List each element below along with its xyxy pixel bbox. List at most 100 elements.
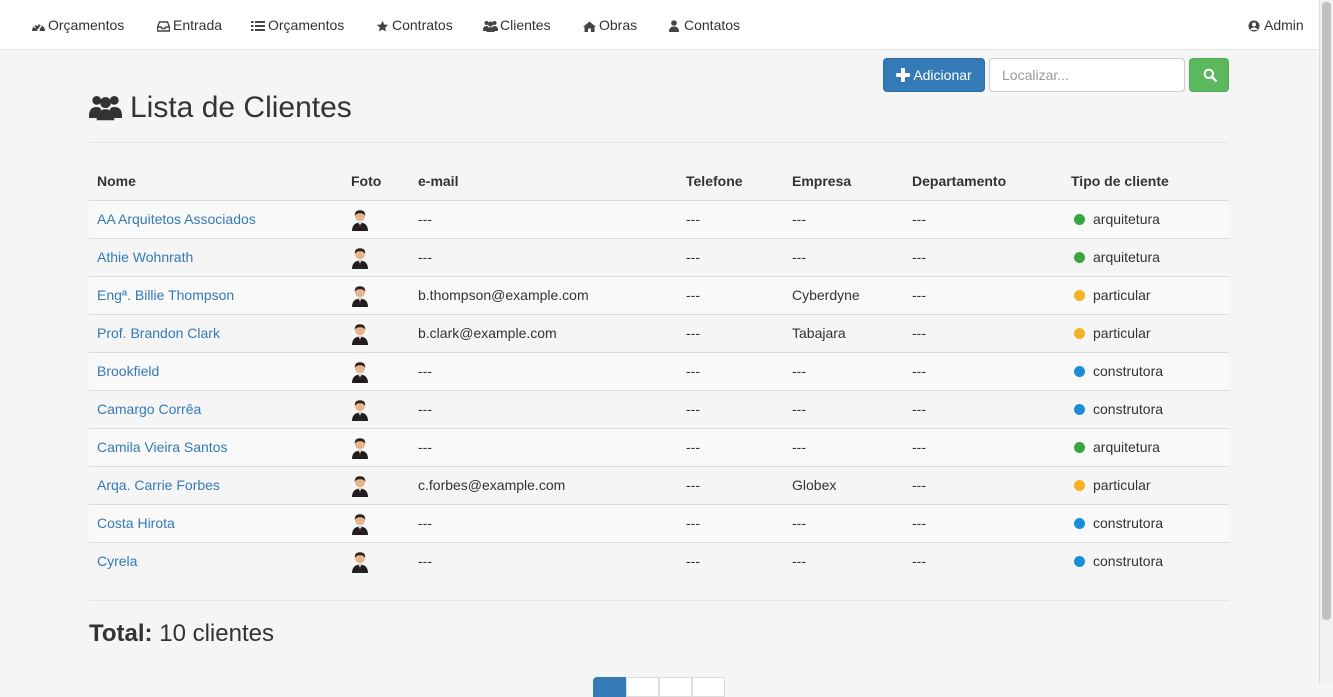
add-button-label: Adicionar — [913, 67, 972, 83]
user-circle-icon — [1246, 20, 1262, 32]
department-cell: --- — [912, 553, 926, 569]
table-header: Nome Foto e-mail Telefone Empresa Depart… — [89, 162, 1229, 202]
company-cell: --- — [792, 211, 806, 227]
total-value: 10 clientes — [159, 620, 274, 647]
vertical-scrollbar[interactable] — [1319, 0, 1333, 683]
search-input[interactable] — [989, 58, 1185, 92]
page-button[interactable] — [626, 677, 659, 697]
client-type-label: particular — [1093, 477, 1151, 493]
email-cell: b.clark@example.com — [418, 325, 557, 341]
column-header-tipo[interactable]: Tipo de cliente — [1071, 162, 1169, 200]
client-type-label: arquitetura — [1093, 439, 1160, 455]
nav-label: Entrada — [173, 17, 223, 33]
nav-label: Contatos — [684, 17, 741, 33]
plus-icon — [896, 68, 911, 82]
client-name-link[interactable]: Prof. Brandon Clark — [97, 315, 220, 352]
nav-item-contratos[interactable]: Contratos — [374, 16, 453, 34]
company-cell: --- — [792, 553, 806, 569]
column-header-telefone[interactable]: Telefone — [686, 162, 743, 200]
company-cell: Globex — [792, 477, 837, 493]
table-row[interactable]: Camila Vieira Santos --- --- --- --- arquitet… — [89, 428, 1229, 466]
client-type-cell: arquitetura — [1074, 239, 1160, 276]
client-type-cell: construtora — [1074, 505, 1163, 542]
client-name-link[interactable]: Engª. Billie Thompson — [97, 277, 234, 314]
total-summary: Total: 10 clientes — [89, 618, 274, 650]
scrollbar-thumb[interactable] — [1322, 2, 1331, 620]
table-row[interactable]: Prof. Brandon Clark b.clark@example.com --… — [89, 314, 1229, 352]
email-cell: b.thompson@example.com — [418, 287, 589, 303]
users-group-icon — [482, 20, 498, 33]
avatar-photo-icon — [351, 399, 369, 424]
table-row[interactable]: Arqa. Carrie Forbes c.forbes@example.com -… — [89, 466, 1229, 504]
company-cell: --- — [792, 401, 806, 417]
table-row[interactable]: Engª. Billie Thompson b.thompson@example.… — [89, 276, 1229, 314]
client-type-cell: construtora — [1074, 543, 1163, 580]
client-type-dot-icon — [1074, 252, 1085, 263]
client-name-link[interactable]: Athie Wohnrath — [97, 239, 193, 276]
total-label: Total: — [89, 620, 153, 647]
client-name-link[interactable]: Arqa. Carrie Forbes — [97, 467, 220, 504]
phone-cell: --- — [686, 515, 700, 531]
client-name-link[interactable]: Camargo Corrêa — [97, 391, 201, 428]
client-type-label: construtora — [1093, 401, 1164, 417]
nav-label: Orçamentos — [48, 17, 125, 33]
nav-item-orcamentos-dashboard[interactable]: Orçamentos — [30, 16, 124, 34]
search-button[interactable] — [1189, 58, 1229, 92]
nav-item-entrada[interactable]: Entrada — [155, 16, 222, 34]
users-group-icon — [89, 92, 122, 132]
column-header-departamento[interactable]: Departamento — [912, 162, 1006, 200]
nav-item-orcamentos-list[interactable]: Orçamentos — [250, 16, 344, 34]
page-button[interactable] — [659, 677, 692, 697]
avatar-photo-icon — [351, 247, 369, 272]
add-button[interactable]: Adicionar — [883, 58, 985, 92]
table-row[interactable]: Camargo Corrêa --- --- --- --- construtora — [89, 390, 1229, 428]
table-row[interactable]: Athie Wohnrath --- --- --- --- arquitetura — [89, 238, 1229, 276]
client-type-label: construtora — [1093, 515, 1164, 531]
table-row[interactable]: Cyrela --- --- --- --- construtora — [89, 542, 1229, 580]
column-header-empresa[interactable]: Empresa — [792, 162, 851, 200]
department-cell: --- — [912, 477, 926, 493]
client-type-dot-icon — [1074, 404, 1085, 415]
table-row[interactable]: AA Arquitetos Associados --- --- --- --- arqu… — [89, 200, 1229, 238]
table-row[interactable]: Brookfield --- --- --- --- construtora — [89, 352, 1229, 390]
nav-item-obras[interactable]: Obras — [581, 16, 637, 34]
company-cell: --- — [792, 439, 806, 455]
avatar-photo-icon — [351, 209, 369, 234]
client-name-link[interactable]: Brookfield — [97, 353, 159, 390]
page-button[interactable] — [692, 677, 725, 697]
nav-label: Clientes — [500, 17, 551, 33]
page-button[interactable] — [593, 677, 626, 697]
company-cell: --- — [792, 363, 806, 379]
table-row[interactable]: Costa Hirota --- --- --- --- construtora — [89, 504, 1229, 542]
avatar-photo-icon — [351, 285, 369, 310]
client-type-cell: particular — [1074, 315, 1151, 352]
divider — [89, 600, 1229, 601]
email-cell: --- — [418, 401, 432, 417]
nav-item-clientes[interactable]: Clientes — [482, 16, 551, 34]
nav-user-admin[interactable]: Admin — [1246, 16, 1304, 34]
department-cell: --- — [912, 287, 926, 303]
client-name-link[interactable]: Costa Hirota — [97, 505, 175, 542]
client-name-link[interactable]: AA Arquitetos Associados — [97, 201, 256, 238]
client-type-label: arquitetura — [1093, 211, 1160, 227]
avatar-photo-icon — [351, 323, 369, 348]
email-cell: --- — [418, 553, 432, 569]
inbox-tray-icon — [155, 21, 171, 32]
department-cell: --- — [912, 325, 926, 341]
client-name-link[interactable]: Cyrela — [97, 543, 137, 580]
column-header-email[interactable]: e-mail — [418, 162, 458, 200]
client-name-link[interactable]: Camila Vieira Santos — [97, 429, 227, 466]
nav-label: Orçamentos — [268, 17, 345, 33]
client-type-label: particular — [1093, 325, 1151, 341]
top-navbar: Orçamentos Entrada Orçamentos Contratos … — [0, 0, 1319, 50]
client-type-label: construtora — [1093, 553, 1164, 569]
phone-cell: --- — [686, 363, 700, 379]
company-cell: Cyberdyne — [792, 287, 860, 303]
divider — [89, 142, 1229, 143]
email-cell: --- — [418, 515, 432, 531]
star-icon — [374, 20, 390, 33]
nav-item-contatos[interactable]: Contatos — [666, 16, 740, 34]
column-header-nome[interactable]: Nome — [97, 162, 136, 200]
client-type-dot-icon — [1074, 442, 1085, 453]
avatar-photo-icon — [351, 437, 369, 462]
